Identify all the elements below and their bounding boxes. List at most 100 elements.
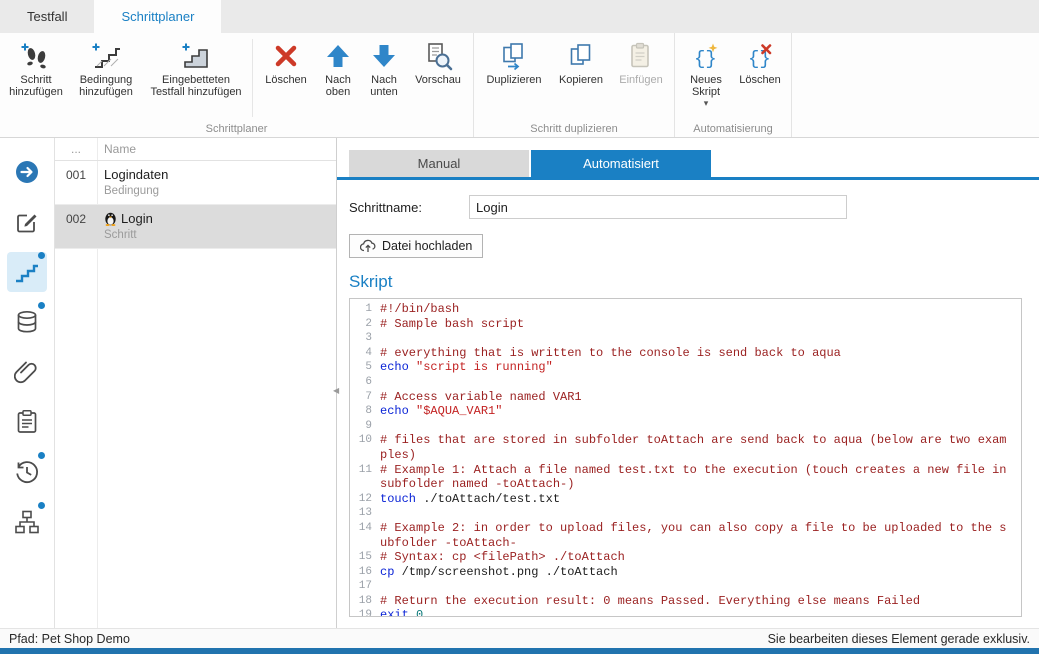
tab-underline: [337, 177, 1039, 180]
sidebar-item-history[interactable]: [7, 452, 47, 492]
code-line: 6: [350, 375, 1021, 390]
add-step-label: Schritt hinzufügen: [7, 74, 65, 98]
script-editor[interactable]: 1#!/bin/bash2# Sample bash script3 4# ev…: [349, 298, 1022, 617]
line-number: 4: [350, 346, 380, 361]
line-number: 17: [350, 579, 380, 594]
notification-dot: [38, 502, 45, 509]
schrittname-row: Schrittname:: [349, 195, 1039, 219]
add-step-button[interactable]: Schritt hinzufügen: [5, 37, 67, 101]
step-type: Bedingung: [104, 185, 336, 197]
code-line: 19exit 0: [350, 608, 1021, 617]
sitemap-icon: [14, 509, 40, 535]
code-line: 4# everything that is written to the con…: [350, 346, 1021, 361]
script-braces-delete-icon: {}: [745, 40, 775, 72]
code-text: [380, 579, 1021, 594]
code-line: 15# Syntax: cp <filePath> ./toAttach: [350, 550, 1021, 565]
move-up-button[interactable]: Nach oben: [316, 37, 360, 101]
code-line: 16cp /tmp/screenshot.png ./toAttach: [350, 565, 1021, 580]
sidebar-item-execution[interactable]: [7, 152, 47, 192]
code-text: # everything that is written to the cons…: [380, 346, 1021, 361]
code-text: [380, 375, 1021, 390]
bottom-accent-strip: [0, 648, 1039, 654]
cloud-upload-icon: [360, 239, 376, 253]
main-content: ... Name 001 Logindaten Bedingung 002 Lo…: [0, 138, 1039, 628]
schrittname-input[interactable]: [469, 195, 847, 219]
svg-text:{}: {}: [694, 48, 717, 70]
code-line: 5echo "script is running": [350, 360, 1021, 375]
delete-script-button[interactable]: {} Löschen: [734, 37, 786, 89]
code-text: [380, 506, 1021, 521]
notification-dot: [38, 302, 45, 309]
dropdown-chevron-icon[interactable]: ▾: [704, 99, 709, 107]
code-text: # Sample bash script: [380, 317, 1021, 332]
move-up-label: Nach oben: [318, 74, 358, 98]
code-line: 1#!/bin/bash: [350, 302, 1021, 317]
move-down-button[interactable]: Nach unten: [362, 37, 406, 101]
notification-dot: [38, 252, 45, 259]
code-line: 9: [350, 419, 1021, 434]
code-line: 18# Return the execution result: 0 means…: [350, 594, 1021, 609]
script-braces-new-icon: {}: [691, 40, 721, 72]
clipboard-tasks-icon: [14, 409, 40, 435]
detail-tabs: Manual Automatisiert: [349, 150, 1039, 177]
copy-button[interactable]: Kopieren: [551, 37, 611, 89]
tab-manual[interactable]: Manual: [349, 150, 529, 177]
red-x-icon: [271, 40, 301, 72]
add-condition-button[interactable]: Bedingung hinzufügen: [69, 37, 143, 101]
step-row-001[interactable]: 001 Logindaten Bedingung: [55, 161, 336, 205]
duplicate-button[interactable]: Duplizieren: [479, 37, 549, 89]
code-text: [380, 331, 1021, 346]
code-text: touch ./toAttach/test.txt: [380, 492, 1021, 507]
line-number: 11: [350, 463, 380, 492]
sidebar-item-edit[interactable]: [7, 202, 47, 242]
panel-collapse-icon[interactable]: ◀: [333, 386, 339, 395]
tab-automatisiert[interactable]: Automatisiert: [531, 150, 711, 177]
code-text: #!/bin/bash: [380, 302, 1021, 317]
delete-step-button[interactable]: Löschen: [258, 37, 314, 89]
code-line: 8echo "$AQUA_VAR1": [350, 404, 1021, 419]
line-number: 5: [350, 360, 380, 375]
clipboard-paste-icon: [626, 40, 656, 72]
line-number: 14: [350, 521, 380, 550]
upload-file-button[interactable]: Datei hochladen: [349, 234, 483, 258]
tab-testfall[interactable]: Testfall: [0, 0, 94, 33]
duplicate-label: Duplizieren: [486, 74, 541, 86]
sidebar-item-attachments[interactable]: [7, 352, 47, 392]
footsteps-add-icon: [21, 40, 51, 72]
code-text: [380, 419, 1021, 434]
code-line: 13: [350, 506, 1021, 521]
edit-pencil-icon: [14, 209, 40, 235]
sidebar-item-schrittplaner[interactable]: [7, 252, 47, 292]
steps-icon: [14, 259, 40, 285]
column-header-dots[interactable]: ...: [55, 142, 97, 156]
tab-schrittplaner[interactable]: Schrittplaner: [94, 0, 221, 33]
add-condition-label: Bedingung hinzufügen: [71, 74, 141, 98]
script-code: 1#!/bin/bash2# Sample bash script3 4# ev…: [350, 302, 1021, 617]
column-header-name[interactable]: Name: [97, 142, 136, 156]
sidebar-item-tasks[interactable]: [7, 402, 47, 442]
code-text: echo "script is running": [380, 360, 1021, 375]
new-script-button[interactable]: {} Neues Skript ▾: [680, 37, 732, 110]
step-list-panel: ... Name 001 Logindaten Bedingung 002 Lo…: [55, 138, 337, 628]
linux-tux-icon: [104, 211, 117, 226]
step-row-002[interactable]: 002 Login Schritt: [55, 205, 336, 249]
line-number: 9: [350, 419, 380, 434]
paste-button[interactable]: Einfügen: [613, 37, 669, 89]
step-list-header: ... Name: [55, 138, 336, 161]
notification-dot: [38, 452, 45, 459]
ribbon-separator: [252, 39, 253, 117]
duplicate-pages-icon: [499, 40, 529, 72]
line-number: 16: [350, 565, 380, 580]
sidebar-item-dependencies[interactable]: [7, 502, 47, 542]
sidebar-item-data[interactable]: [7, 302, 47, 342]
ribbon-group-automatisierung: {} Neues Skript ▾ {} Löschen Automatisie…: [675, 33, 792, 137]
code-line: 11# Example 1: Attach a file named test.…: [350, 463, 1021, 492]
code-text: # files that are stored in subfolder toA…: [380, 433, 1021, 462]
add-embedded-testcase-button[interactable]: Eingebetteten Testfall hinzufügen: [145, 37, 247, 101]
step-name: Logindaten: [104, 167, 336, 182]
code-line: 10# files that are stored in subfolder t…: [350, 433, 1021, 462]
paperclip-icon: [14, 359, 40, 385]
left-icon-sidebar: [0, 138, 55, 628]
preview-label: Vorschau: [415, 74, 461, 86]
preview-button[interactable]: Vorschau: [408, 37, 468, 89]
